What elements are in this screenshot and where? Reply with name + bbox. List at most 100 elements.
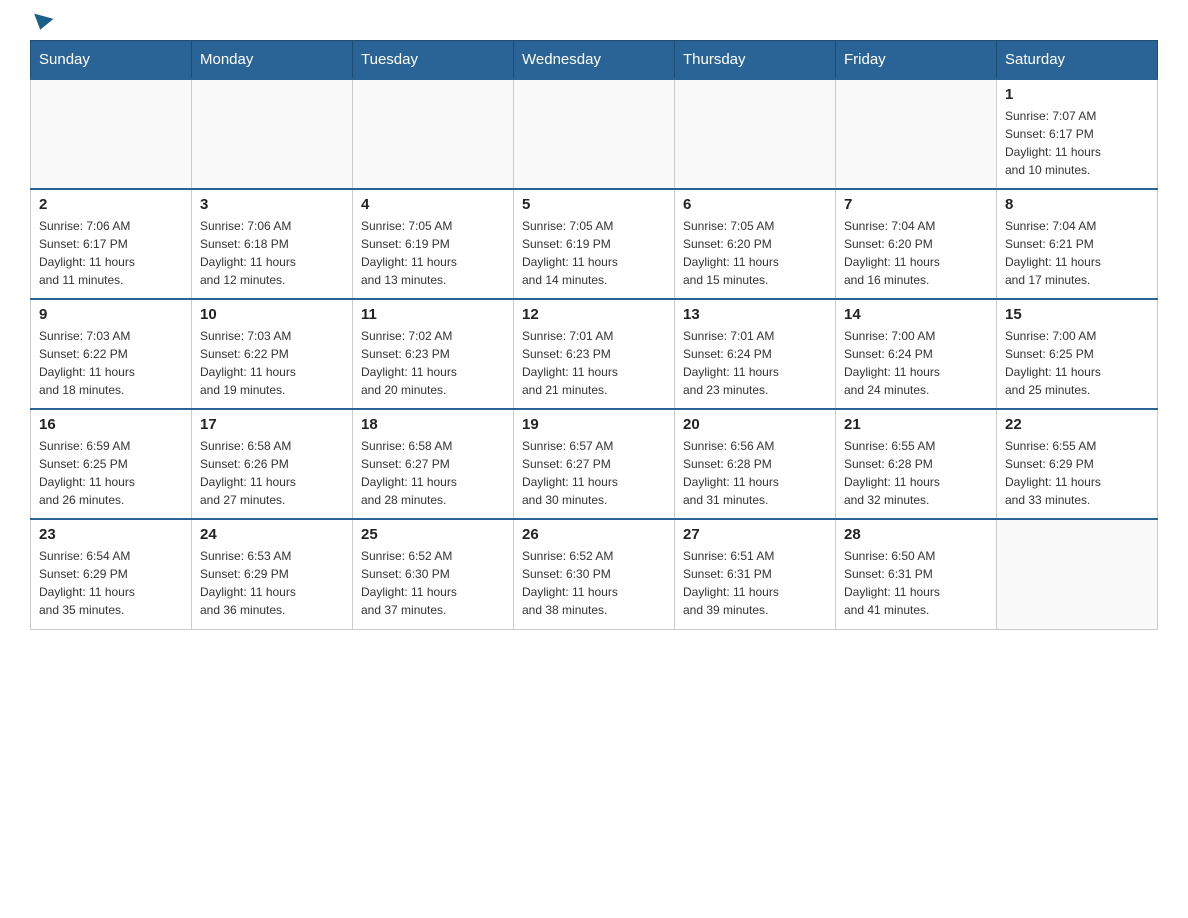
day-info: Sunrise: 7:04 AMSunset: 6:21 PMDaylight:… [1005, 217, 1149, 289]
calendar-cell: 26Sunrise: 6:52 AMSunset: 6:30 PMDayligh… [514, 519, 675, 629]
calendar-week-row: 23 Sunrise: 6:54 AMSunset: 6:29 PMDayligh… [31, 519, 1158, 629]
calendar-week-row: 1Sunrise: 7:07 AMSunset: 6:17 PMDaylight… [31, 79, 1158, 189]
logo [30, 20, 52, 30]
day-number: 23 [39, 526, 183, 543]
day-info: Sunrise: 7:06 AMSunset: 6:18 PMDaylight:… [200, 217, 344, 289]
day-info: Sunrise: 7:02 AMSunset: 6:23 PMDaylight:… [361, 327, 505, 399]
day-info: Sunrise: 7:05 AMSunset: 6:20 PMDaylight:… [683, 217, 827, 289]
calendar-cell: 28 Sunrise: 6:50 AMSunset: 6:31 PMDayligh… [836, 519, 997, 629]
day-number: 13 [683, 306, 827, 323]
day-info: Sunrise: 7:00 AMSunset: 6:24 PMDaylight:… [844, 327, 988, 399]
calendar-cell: 10Sunrise: 7:03 AMSunset: 6:22 PMDayligh… [192, 299, 353, 409]
day-number: 24 [200, 526, 344, 543]
calendar-cell: 23 Sunrise: 6:54 AMSunset: 6:29 PMDayligh… [31, 519, 192, 629]
calendar-cell: 3 Sunrise: 7:06 AMSunset: 6:18 PMDaylight… [192, 189, 353, 299]
calendar-cell: 16 Sunrise: 6:59 AMSunset: 6:25 PMDayligh… [31, 409, 192, 519]
day-number: 16 [39, 416, 183, 433]
calendar-cell [192, 79, 353, 189]
day-number: 22 [1005, 416, 1149, 433]
day-info: Sunrise: 7:00 AMSunset: 6:25 PMDaylight:… [1005, 327, 1149, 399]
calendar-cell: 11 Sunrise: 7:02 AMSunset: 6:23 PMDayligh… [353, 299, 514, 409]
day-header-saturday: Saturday [997, 41, 1158, 80]
calendar-cell: 21Sunrise: 6:55 AMSunset: 6:28 PMDayligh… [836, 409, 997, 519]
day-number: 7 [844, 196, 988, 213]
calendar-cell [836, 79, 997, 189]
day-number: 15 [1005, 306, 1149, 323]
day-header-monday: Monday [192, 41, 353, 80]
day-info: Sunrise: 6:53 AMSunset: 6:29 PMDaylight:… [200, 547, 344, 619]
day-info: Sunrise: 6:59 AMSunset: 6:25 PMDaylight:… [39, 437, 183, 509]
calendar-cell: 9 Sunrise: 7:03 AMSunset: 6:22 PMDaylight… [31, 299, 192, 409]
calendar-cell: 5 Sunrise: 7:05 AMSunset: 6:19 PMDaylight… [514, 189, 675, 299]
day-info: Sunrise: 7:04 AMSunset: 6:20 PMDaylight:… [844, 217, 988, 289]
day-info: Sunrise: 7:05 AMSunset: 6:19 PMDaylight:… [522, 217, 666, 289]
calendar-cell: 12 Sunrise: 7:01 AMSunset: 6:23 PMDayligh… [514, 299, 675, 409]
day-info: Sunrise: 7:07 AMSunset: 6:17 PMDaylight:… [1005, 107, 1149, 179]
page-header [30, 20, 1158, 30]
calendar-cell [675, 79, 836, 189]
day-header-friday: Friday [836, 41, 997, 80]
day-number: 3 [200, 196, 344, 213]
calendar-cell: 4 Sunrise: 7:05 AMSunset: 6:19 PMDaylight… [353, 189, 514, 299]
day-number: 2 [39, 196, 183, 213]
day-header-wednesday: Wednesday [514, 41, 675, 80]
calendar-cell: 24 Sunrise: 6:53 AMSunset: 6:29 PMDayligh… [192, 519, 353, 629]
calendar-cell: 22 Sunrise: 6:55 AMSunset: 6:29 PMDayligh… [997, 409, 1158, 519]
day-info: Sunrise: 6:57 AMSunset: 6:27 PMDaylight:… [522, 437, 666, 509]
day-info: Sunrise: 7:06 AMSunset: 6:17 PMDaylight:… [39, 217, 183, 289]
calendar-cell: 14Sunrise: 7:00 AMSunset: 6:24 PMDayligh… [836, 299, 997, 409]
day-info: Sunrise: 7:01 AMSunset: 6:23 PMDaylight:… [522, 327, 666, 399]
day-number: 18 [361, 416, 505, 433]
day-info: Sunrise: 7:05 AMSunset: 6:19 PMDaylight:… [361, 217, 505, 289]
calendar-cell: 19 Sunrise: 6:57 AMSunset: 6:27 PMDayligh… [514, 409, 675, 519]
calendar-cell [31, 79, 192, 189]
day-number: 8 [1005, 196, 1149, 213]
day-info: Sunrise: 6:58 AMSunset: 6:26 PMDaylight:… [200, 437, 344, 509]
day-number: 17 [200, 416, 344, 433]
day-number: 12 [522, 306, 666, 323]
day-number: 5 [522, 196, 666, 213]
day-info: Sunrise: 7:01 AMSunset: 6:24 PMDaylight:… [683, 327, 827, 399]
day-info: Sunrise: 6:58 AMSunset: 6:27 PMDaylight:… [361, 437, 505, 509]
calendar-cell: 18 Sunrise: 6:58 AMSunset: 6:27 PMDayligh… [353, 409, 514, 519]
calendar-week-row: 9 Sunrise: 7:03 AMSunset: 6:22 PMDaylight… [31, 299, 1158, 409]
day-number: 4 [361, 196, 505, 213]
day-info: Sunrise: 7:03 AMSunset: 6:22 PMDaylight:… [39, 327, 183, 399]
day-info: Sunrise: 7:03 AMSunset: 6:22 PMDaylight:… [200, 327, 344, 399]
day-info: Sunrise: 6:50 AMSunset: 6:31 PMDaylight:… [844, 547, 988, 619]
calendar-week-row: 16 Sunrise: 6:59 AMSunset: 6:25 PMDayligh… [31, 409, 1158, 519]
calendar-cell: 15 Sunrise: 7:00 AMSunset: 6:25 PMDayligh… [997, 299, 1158, 409]
day-info: Sunrise: 6:55 AMSunset: 6:29 PMDaylight:… [1005, 437, 1149, 509]
day-number: 20 [683, 416, 827, 433]
calendar-cell: 27Sunrise: 6:51 AMSunset: 6:31 PMDayligh… [675, 519, 836, 629]
calendar-cell: 20 Sunrise: 6:56 AMSunset: 6:28 PMDayligh… [675, 409, 836, 519]
day-info: Sunrise: 6:52 AMSunset: 6:30 PMDaylight:… [361, 547, 505, 619]
day-number: 26 [522, 526, 666, 543]
day-number: 6 [683, 196, 827, 213]
day-number: 25 [361, 526, 505, 543]
day-number: 19 [522, 416, 666, 433]
day-header-sunday: Sunday [31, 41, 192, 80]
calendar-week-row: 2 Sunrise: 7:06 AMSunset: 6:17 PMDaylight… [31, 189, 1158, 299]
day-number: 11 [361, 306, 505, 323]
calendar-cell: 7 Sunrise: 7:04 AMSunset: 6:20 PMDaylight… [836, 189, 997, 299]
calendar-cell: 17 Sunrise: 6:58 AMSunset: 6:26 PMDayligh… [192, 409, 353, 519]
logo-triangle-icon [31, 14, 54, 33]
calendar-cell [997, 519, 1158, 629]
calendar-cell: 6 Sunrise: 7:05 AMSunset: 6:20 PMDaylight… [675, 189, 836, 299]
calendar-cell: 2 Sunrise: 7:06 AMSunset: 6:17 PMDaylight… [31, 189, 192, 299]
calendar-cell [514, 79, 675, 189]
calendar-cell [353, 79, 514, 189]
day-header-tuesday: Tuesday [353, 41, 514, 80]
calendar-table: SundayMondayTuesdayWednesdayThursdayFrid… [30, 40, 1158, 630]
day-info: Sunrise: 6:56 AMSunset: 6:28 PMDaylight:… [683, 437, 827, 509]
day-number: 28 [844, 526, 988, 543]
calendar-cell: 8 Sunrise: 7:04 AMSunset: 6:21 PMDaylight… [997, 189, 1158, 299]
day-info: Sunrise: 6:55 AMSunset: 6:28 PMDaylight:… [844, 437, 988, 509]
day-header-thursday: Thursday [675, 41, 836, 80]
day-number: 9 [39, 306, 183, 323]
day-number: 27 [683, 526, 827, 543]
calendar-cell: 25 Sunrise: 6:52 AMSunset: 6:30 PMDayligh… [353, 519, 514, 629]
calendar-header-row: SundayMondayTuesdayWednesdayThursdayFrid… [31, 41, 1158, 80]
day-info: Sunrise: 6:54 AMSunset: 6:29 PMDaylight:… [39, 547, 183, 619]
